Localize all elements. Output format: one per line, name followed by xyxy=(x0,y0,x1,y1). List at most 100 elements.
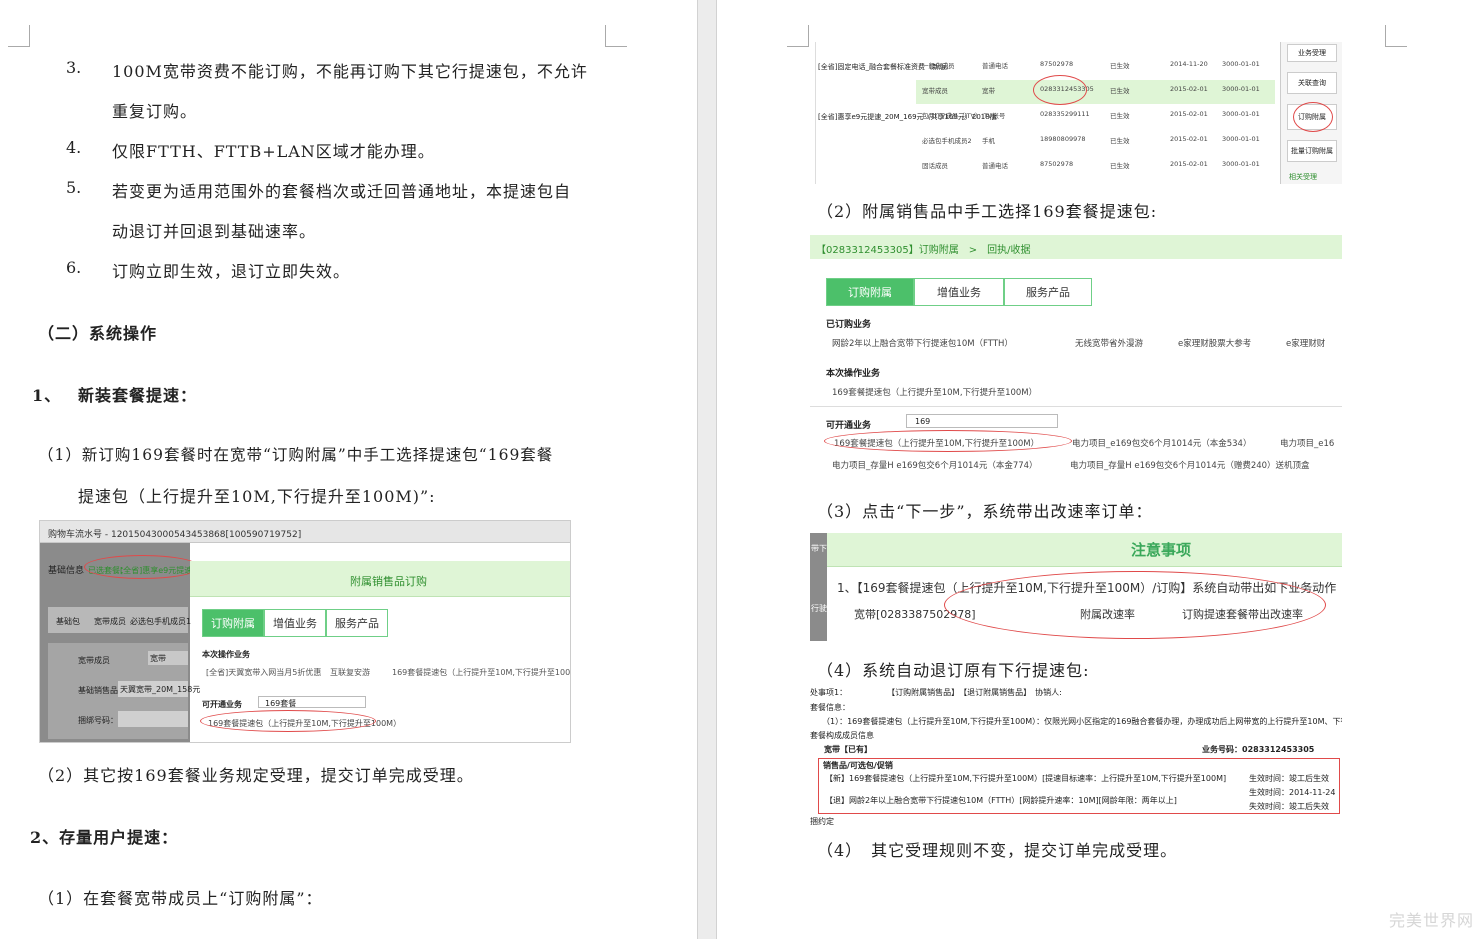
member-cell: 已生效 xyxy=(1110,87,1130,95)
side-button[interactable]: 关联查询 xyxy=(1287,72,1337,94)
member-cell: 固话成员 xyxy=(922,162,948,170)
available-item[interactable]: 电力项目_存量H e169包交6个月1014元（赠费240）送机顶盒 xyxy=(1070,459,1310,471)
side-button[interactable]: 业务受理 xyxy=(1287,44,1337,62)
basic-info-label: 基础信息 xyxy=(48,566,85,576)
member-cell: 已生效 xyxy=(1110,112,1130,120)
search-value: 169 xyxy=(915,417,931,426)
screenshot-new-install: 购物车流水号 - 1201504300054345386​8[100590719… xyxy=(39,520,571,743)
sub-number: 1、 xyxy=(32,386,62,405)
member-cell: 必选包手机成员2 xyxy=(922,137,972,145)
cart-number: 购物车流水号 - 1201504300054345386​8[100590719… xyxy=(48,530,302,540)
this-op-label: 本次操作业务 xyxy=(202,650,250,659)
list-text: 动退订并回退到基础速率。 xyxy=(112,222,317,241)
old-effective: 生效时间：2014-11-24 xyxy=(1249,788,1336,797)
right-page: [全省]固定电话_融合套餐标准资费（新版） [全省]惠享e9元提速_20M_16… xyxy=(717,0,1484,939)
row-value: 宽带 xyxy=(150,654,166,663)
side-button[interactable]: 批量订购附属 xyxy=(1287,140,1337,162)
side-link[interactable]: 相关受理 xyxy=(1289,172,1317,182)
row-label: 捆绑号码： xyxy=(78,716,118,725)
tab-service-product[interactable]: 服务产品 xyxy=(1004,278,1092,306)
member-cell: 宽带 xyxy=(982,87,995,95)
tab-order-attach[interactable]: 订购附属 xyxy=(202,609,264,637)
list-text: 仅限FTTH、FTTB+LAN区域才能办理。 xyxy=(112,142,435,161)
cart-bar: 购物车流水号 - 1201504300054345386​8[100590719… xyxy=(40,521,570,543)
member-cell: 2015-02-01 xyxy=(1170,110,1208,118)
panel-header: 附属销售品订购 xyxy=(190,561,570,597)
step-text: 提速包（上行提升至10M,下行提升至100M)”: xyxy=(78,487,436,506)
available-item[interactable]: 电力项目_存量H e169包交6个月1014元（本金774） xyxy=(832,459,1038,471)
page-gutter xyxy=(697,0,717,939)
member-cell: 宽带成员 xyxy=(922,87,948,95)
highlight-ellipse xyxy=(1033,75,1087,105)
dim-strip: 带下 行驶 xyxy=(810,533,827,641)
ordered-item[interactable]: 无线宽带省外漫游 xyxy=(1075,337,1143,349)
member-cell: 包月iTV成员（iTV） xyxy=(922,112,982,120)
search-input[interactable]: 169套餐 xyxy=(258,696,366,708)
old-item: 【退】网龄2年以上融合宽带下行提速包10M（FTTH）[网龄提升速率：10M][… xyxy=(825,796,1177,805)
old-expire: 失效时间：竣工后失效 xyxy=(1249,802,1329,811)
breadcrumb: 【0283312453305】订购附属 > 回执/收据 xyxy=(816,245,1031,256)
notice-header: 注意事项 xyxy=(827,533,1342,567)
list-number: 4. xyxy=(66,138,82,157)
caption: （4） 其它受理规则不变，提交订单完成受理。 xyxy=(817,841,1178,860)
search-input[interactable]: 169 xyxy=(906,414,1058,428)
available-item[interactable]: 电力项目_e169包交6个月1014元（本金534） xyxy=(1072,437,1251,449)
available-label: 可开通业务 xyxy=(202,700,242,709)
strip-text: 行驶 xyxy=(811,604,827,613)
ordered-item[interactable]: e家理财财 xyxy=(1286,337,1325,349)
summary-footer: 捆约定 xyxy=(810,817,834,826)
ordered-item[interactable]: 网龄2年以上融合宽带下行提速包10M（FTTH） xyxy=(832,337,1013,349)
this-op-label: 本次操作业务 xyxy=(826,369,881,379)
summary-subheader: 套餐信息： xyxy=(810,703,850,712)
sub-heading: 2、存量用户提速： xyxy=(30,828,179,847)
member-cell: 87502978 xyxy=(1040,160,1074,168)
crop-mark xyxy=(1385,25,1407,47)
member-cell: 2015-02-01 xyxy=(1170,160,1208,168)
highlight-ellipse xyxy=(824,430,1072,452)
summary-header: 处事项1： 【订购附属销售品】 【退订附属销售品】 协销人: xyxy=(810,688,1062,697)
ordered-item[interactable]: e家理财股票大参考 xyxy=(1178,337,1251,349)
member-cell: 已生效 xyxy=(1110,162,1130,170)
caption: （2）附属销售品中手工选择169套餐提速包: xyxy=(817,202,1158,221)
step-text: （2）其它按169套餐业务规定受理，提交订单完成受理。 xyxy=(38,766,474,785)
member-cell: 028335299111 xyxy=(1040,110,1090,118)
left-tab[interactable]: 宽带成员 xyxy=(94,616,126,627)
highlight-ellipse xyxy=(1293,102,1333,132)
panel-title: 附属销售品订购 xyxy=(350,575,427,588)
left-tab[interactable]: 基础包 xyxy=(56,616,80,627)
list-number: 3. xyxy=(66,58,82,77)
step-text: （1）在套餐宽带成员上“订购附属”： xyxy=(38,889,323,908)
op-item[interactable]: 互联复安游 xyxy=(330,667,370,678)
op-item[interactable]: [全省]天翼宽带入网当月5折优惠 xyxy=(206,667,321,678)
ordered-label: 已订购业务 xyxy=(826,320,872,330)
row-value: 天翼宽带_20M_158元 xyxy=(120,685,201,694)
tab-service-product[interactable]: 服务产品 xyxy=(326,609,388,637)
member-cell: 一般化成员 xyxy=(922,62,955,70)
op-item[interactable]: 169套餐提速包（上行提升至10M,下行提升至100M） xyxy=(392,667,570,678)
list-text: 100M宽带资费不能订购，不能再订购下其它行提速包，不允许 xyxy=(112,62,588,81)
tab-value-added[interactable]: 增值业务 xyxy=(264,609,326,637)
search-value: 169套餐 xyxy=(265,699,297,708)
left-tab[interactable]: 必选包手机成员1 xyxy=(130,616,191,627)
member-cell: 2014-11-20 xyxy=(1170,60,1208,68)
member-cell: 18980809978 xyxy=(1040,135,1086,143)
available-item[interactable]: 电力项目_e16 xyxy=(1280,437,1334,449)
list-number: 6. xyxy=(66,258,82,277)
crop-mark xyxy=(605,25,627,47)
screenshot-notice: 带下 行驶 注意事项 1、【169套餐提速包（上行提升至10M,下行提升至100… xyxy=(810,533,1342,641)
member-cell: 3000-01-01 xyxy=(1222,160,1260,168)
strip-text: 带下 xyxy=(811,544,827,553)
members-label: 套餐构成成员信息 xyxy=(810,731,874,740)
section-heading: （二）系统操作 xyxy=(38,324,158,343)
highlight-ellipse xyxy=(84,555,200,579)
list-text: 订购立即生效，退订立即失效。 xyxy=(112,262,351,281)
tab-value-added[interactable]: 增值业务 xyxy=(914,278,1004,306)
member-cell: 已生效 xyxy=(1110,137,1130,145)
sales-label: 销售品/可选包/促销 xyxy=(823,761,893,770)
step-text: （1）新订购169套餐时在宽带“订购附属”中手工选择提速包“169套餐 xyxy=(38,446,554,464)
member-cell: 手机 xyxy=(982,137,995,145)
new-item: 【新】169套餐提速包（上行提升至10M,下行提升至100M）[提速目标速率：上… xyxy=(825,774,1227,783)
divider xyxy=(810,406,1342,407)
this-op-item[interactable]: 169套餐提速包（上行提升至10M,下行提升至100M） xyxy=(832,386,1037,398)
tab-order-attach[interactable]: 订购附属 xyxy=(826,278,914,306)
